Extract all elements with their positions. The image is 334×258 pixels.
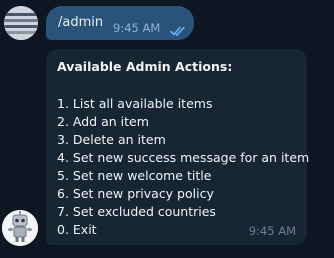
user-avatar-image [4, 6, 38, 40]
list-item: 4. Set new success message for an item [57, 150, 310, 165]
chat-area: /admin 9:45 AM Available Admin Actions: … [0, 0, 334, 258]
list-item: 5. Set new welcome title [57, 168, 212, 183]
robot-icon [2, 210, 38, 246]
list-item: 2. Add an item [57, 114, 149, 129]
bot-avatar[interactable] [2, 210, 38, 246]
list-item: 6. Set new privacy policy [57, 186, 214, 201]
double-check-icon [170, 26, 185, 36]
outgoing-message[interactable]: /admin 9:45 AM [46, 6, 194, 40]
incoming-message-time: 9:45 AM [248, 224, 296, 238]
admin-actions-list: 1. List all available items 2. Add an it… [57, 95, 309, 239]
outgoing-message-text: /admin [58, 15, 104, 30]
list-item: 3. Delete an item [57, 132, 166, 147]
admin-actions-heading: Available Admin Actions: [57, 59, 233, 74]
incoming-message[interactable]: Available Admin Actions: 1. List all ava… [46, 49, 309, 245]
user-avatar[interactable] [4, 6, 38, 40]
list-item: 1. List all available items [57, 96, 213, 111]
outgoing-message-time: 9:45 AM [113, 21, 161, 35]
list-item: 7. Set excluded countries [57, 204, 216, 219]
